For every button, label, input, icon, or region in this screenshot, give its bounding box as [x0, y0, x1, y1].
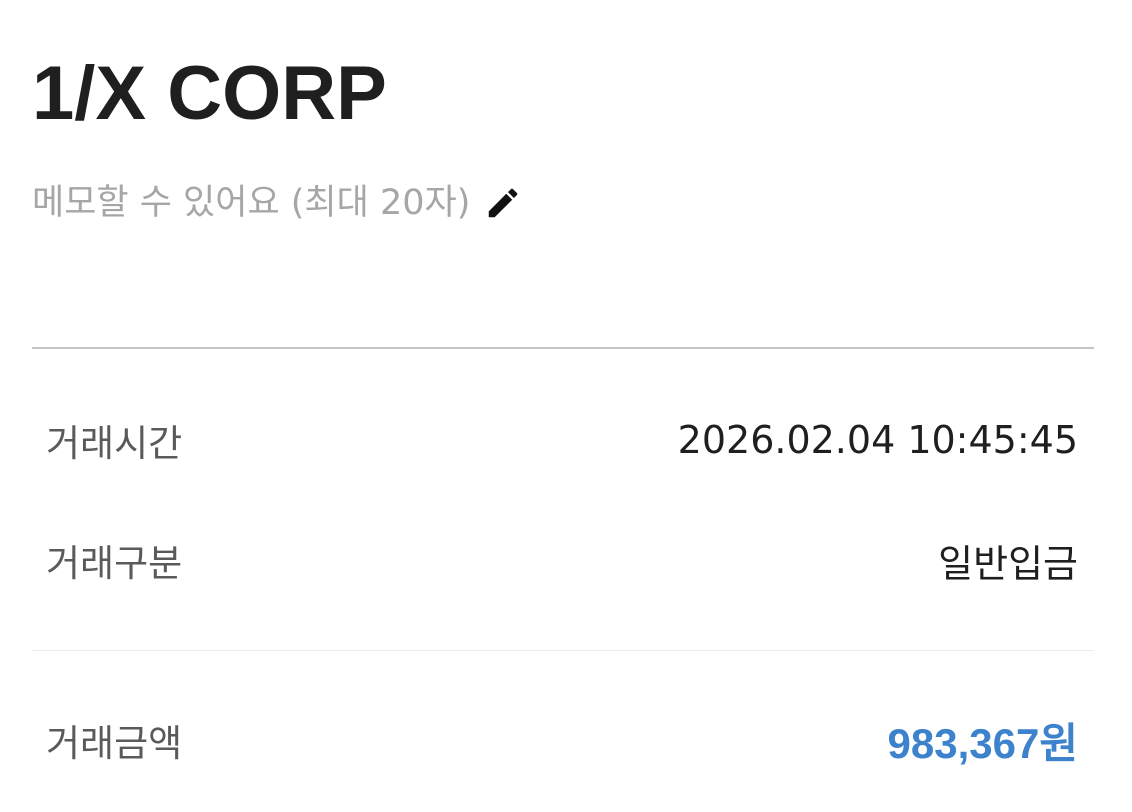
transaction-type-label: 거래구분	[46, 542, 183, 585]
transaction-time-value: 2026.02.04 10:45:45	[677, 418, 1078, 462]
page-title: 1/X CORP	[32, 51, 387, 136]
memo-placeholder: 메모할 수 있어요 (최대 20자)	[32, 183, 471, 223]
pencil-icon[interactable]	[484, 184, 522, 222]
memo-edit-button[interactable]: 메모할 수 있어요 (최대 20자)	[32, 178, 522, 228]
transaction-amount-value: 983,367원	[887, 719, 1078, 767]
row-divider	[32, 650, 1094, 651]
section-divider	[32, 347, 1094, 349]
transaction-time-label: 거래시간	[46, 422, 183, 465]
transaction-type-row: 거래구분 일반입금	[46, 530, 1078, 590]
transaction-time-row: 거래시간 2026.02.04 10:45:45	[46, 410, 1078, 470]
transaction-type-value: 일반입금	[938, 541, 1078, 586]
transaction-amount-row: 거래금액 983,367원	[46, 710, 1078, 770]
transaction-amount-label: 거래금액	[46, 722, 183, 765]
